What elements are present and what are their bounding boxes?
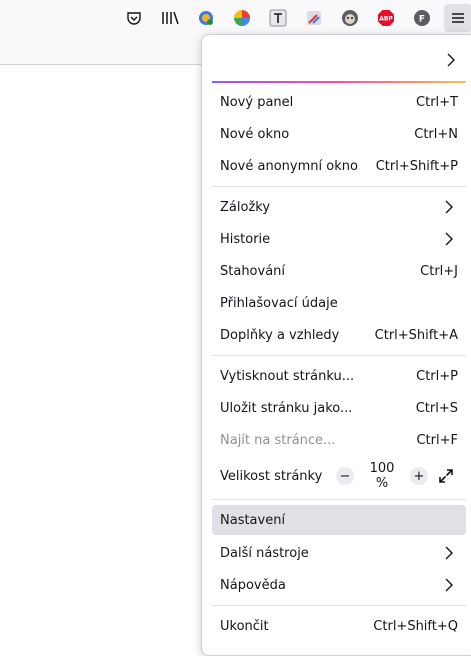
menu-item-new-private-window[interactable]: Nové anonymní okno Ctrl+Shift+P: [212, 151, 466, 181]
menu-item-passwords[interactable]: Přihlašovací údaje: [212, 288, 466, 318]
menu-item-addons[interactable]: Doplňky a vzhledy Ctrl+Shift+A: [212, 320, 466, 350]
menu-item-exit[interactable]: Ukončit Ctrl+Shift+Q: [212, 611, 466, 641]
menu-item-label: Nápověda: [220, 577, 286, 593]
menu-item-label: Záložky: [220, 199, 271, 215]
menu-item-label: Přihlašovací údaje: [220, 295, 338, 311]
zoom-controls: − 100 % +: [336, 461, 456, 491]
menu-item-shortcut: Ctrl+P: [416, 368, 458, 384]
menu-separator: [212, 186, 466, 187]
menu-separator: [212, 605, 466, 606]
profile-letter: F: [419, 15, 425, 25]
adblock-label: ABP: [379, 16, 393, 23]
menu-item-shortcut: Ctrl+Shift+Q: [373, 618, 458, 634]
zoom-in-button[interactable]: +: [410, 467, 428, 485]
menu-item-label: Nastavení: [220, 512, 286, 528]
browser-toolbar: ABP F: [0, 0, 471, 36]
menu-item-label: Uložit stránku jako...: [220, 400, 353, 416]
menu-item-shortcut: Ctrl+N: [414, 126, 458, 142]
menu-item-shortcut: Ctrl+Shift+A: [374, 327, 458, 343]
menu-item-label: Další nástroje: [220, 545, 309, 561]
zoom-out-button[interactable]: −: [336, 467, 354, 485]
menu-item-label: Stahování: [220, 263, 286, 279]
app-menu-button[interactable]: [444, 4, 471, 32]
profile-icon[interactable]: F: [412, 8, 432, 28]
menu-item-downloads[interactable]: Stahování Ctrl+J: [212, 256, 466, 286]
menu-item-label: Nové anonymní okno: [220, 158, 358, 174]
chevron-right-icon: [446, 53, 456, 71]
menu-item-save-page[interactable]: Uložit stránku jako... Ctrl+S: [212, 393, 466, 423]
chevron-right-icon: [444, 200, 454, 218]
menu-item-label: Ukončit: [220, 618, 269, 634]
menu-separator: [212, 355, 466, 356]
text-extension-icon[interactable]: [268, 8, 288, 28]
menu-item-label: Nový panel: [220, 94, 294, 110]
menu-item-label: Historie: [220, 231, 271, 247]
menu-item-settings[interactable]: Nastavení: [212, 505, 466, 535]
library-icon[interactable]: [160, 8, 180, 28]
chevron-right-icon: [444, 578, 454, 596]
menu-item-shortcut: Ctrl+S: [415, 400, 458, 416]
account-gradient-divider: [212, 81, 466, 83]
menu-item-label: Nové okno: [220, 126, 290, 142]
adblock-icon[interactable]: ABP: [376, 8, 396, 28]
menu-item-find-in-page[interactable]: Najít na stránce... Ctrl+F: [212, 425, 466, 455]
menu-item-label: Najít na stránce...: [220, 432, 336, 448]
account-header[interactable]: [212, 41, 466, 81]
menu-item-shortcut: Ctrl+T: [416, 94, 458, 110]
menu-item-bookmarks[interactable]: Záložky: [212, 192, 466, 222]
menu-item-history[interactable]: Historie: [212, 224, 466, 254]
menu-separator: [212, 499, 466, 500]
menu-item-label: Velikost stránky: [220, 468, 323, 484]
zoom-level[interactable]: 100 %: [362, 461, 402, 491]
extension-globe-icon[interactable]: [196, 8, 216, 28]
menu-item-shortcut: Ctrl+Shift+P: [375, 158, 458, 174]
menu-item-new-tab[interactable]: Nový panel Ctrl+T: [212, 87, 466, 117]
menu-item-shortcut: Ctrl+J: [420, 263, 458, 279]
menu-item-label: Doplňky a vzhledy: [220, 327, 340, 343]
hamburger-icon: [452, 13, 464, 23]
menu-item-shortcut: Ctrl+F: [416, 432, 458, 448]
chevron-right-icon: [444, 546, 454, 564]
menu-item-new-window[interactable]: Nové okno Ctrl+N: [212, 119, 466, 149]
menu-item-zoom: Velikost stránky − 100 % +: [212, 461, 466, 491]
chevron-right-icon: [444, 232, 454, 250]
fullscreen-icon[interactable]: [436, 467, 456, 485]
menu-item-more-tools[interactable]: Další nástroje: [212, 538, 466, 568]
menu-item-print[interactable]: Vytisknout stránku... Ctrl+P: [212, 361, 466, 391]
paint-extension-icon[interactable]: [304, 8, 324, 28]
menu-item-label: Vytisknout stránku...: [220, 368, 355, 384]
tampermonkey-icon[interactable]: [340, 8, 360, 28]
pocket-icon[interactable]: [124, 8, 144, 28]
app-menu-panel: Nový panel Ctrl+T Nové okno Ctrl+N Nové …: [201, 34, 471, 656]
menu-item-help[interactable]: Nápověda: [212, 570, 466, 600]
pinwheel-extension-icon[interactable]: [232, 8, 252, 28]
